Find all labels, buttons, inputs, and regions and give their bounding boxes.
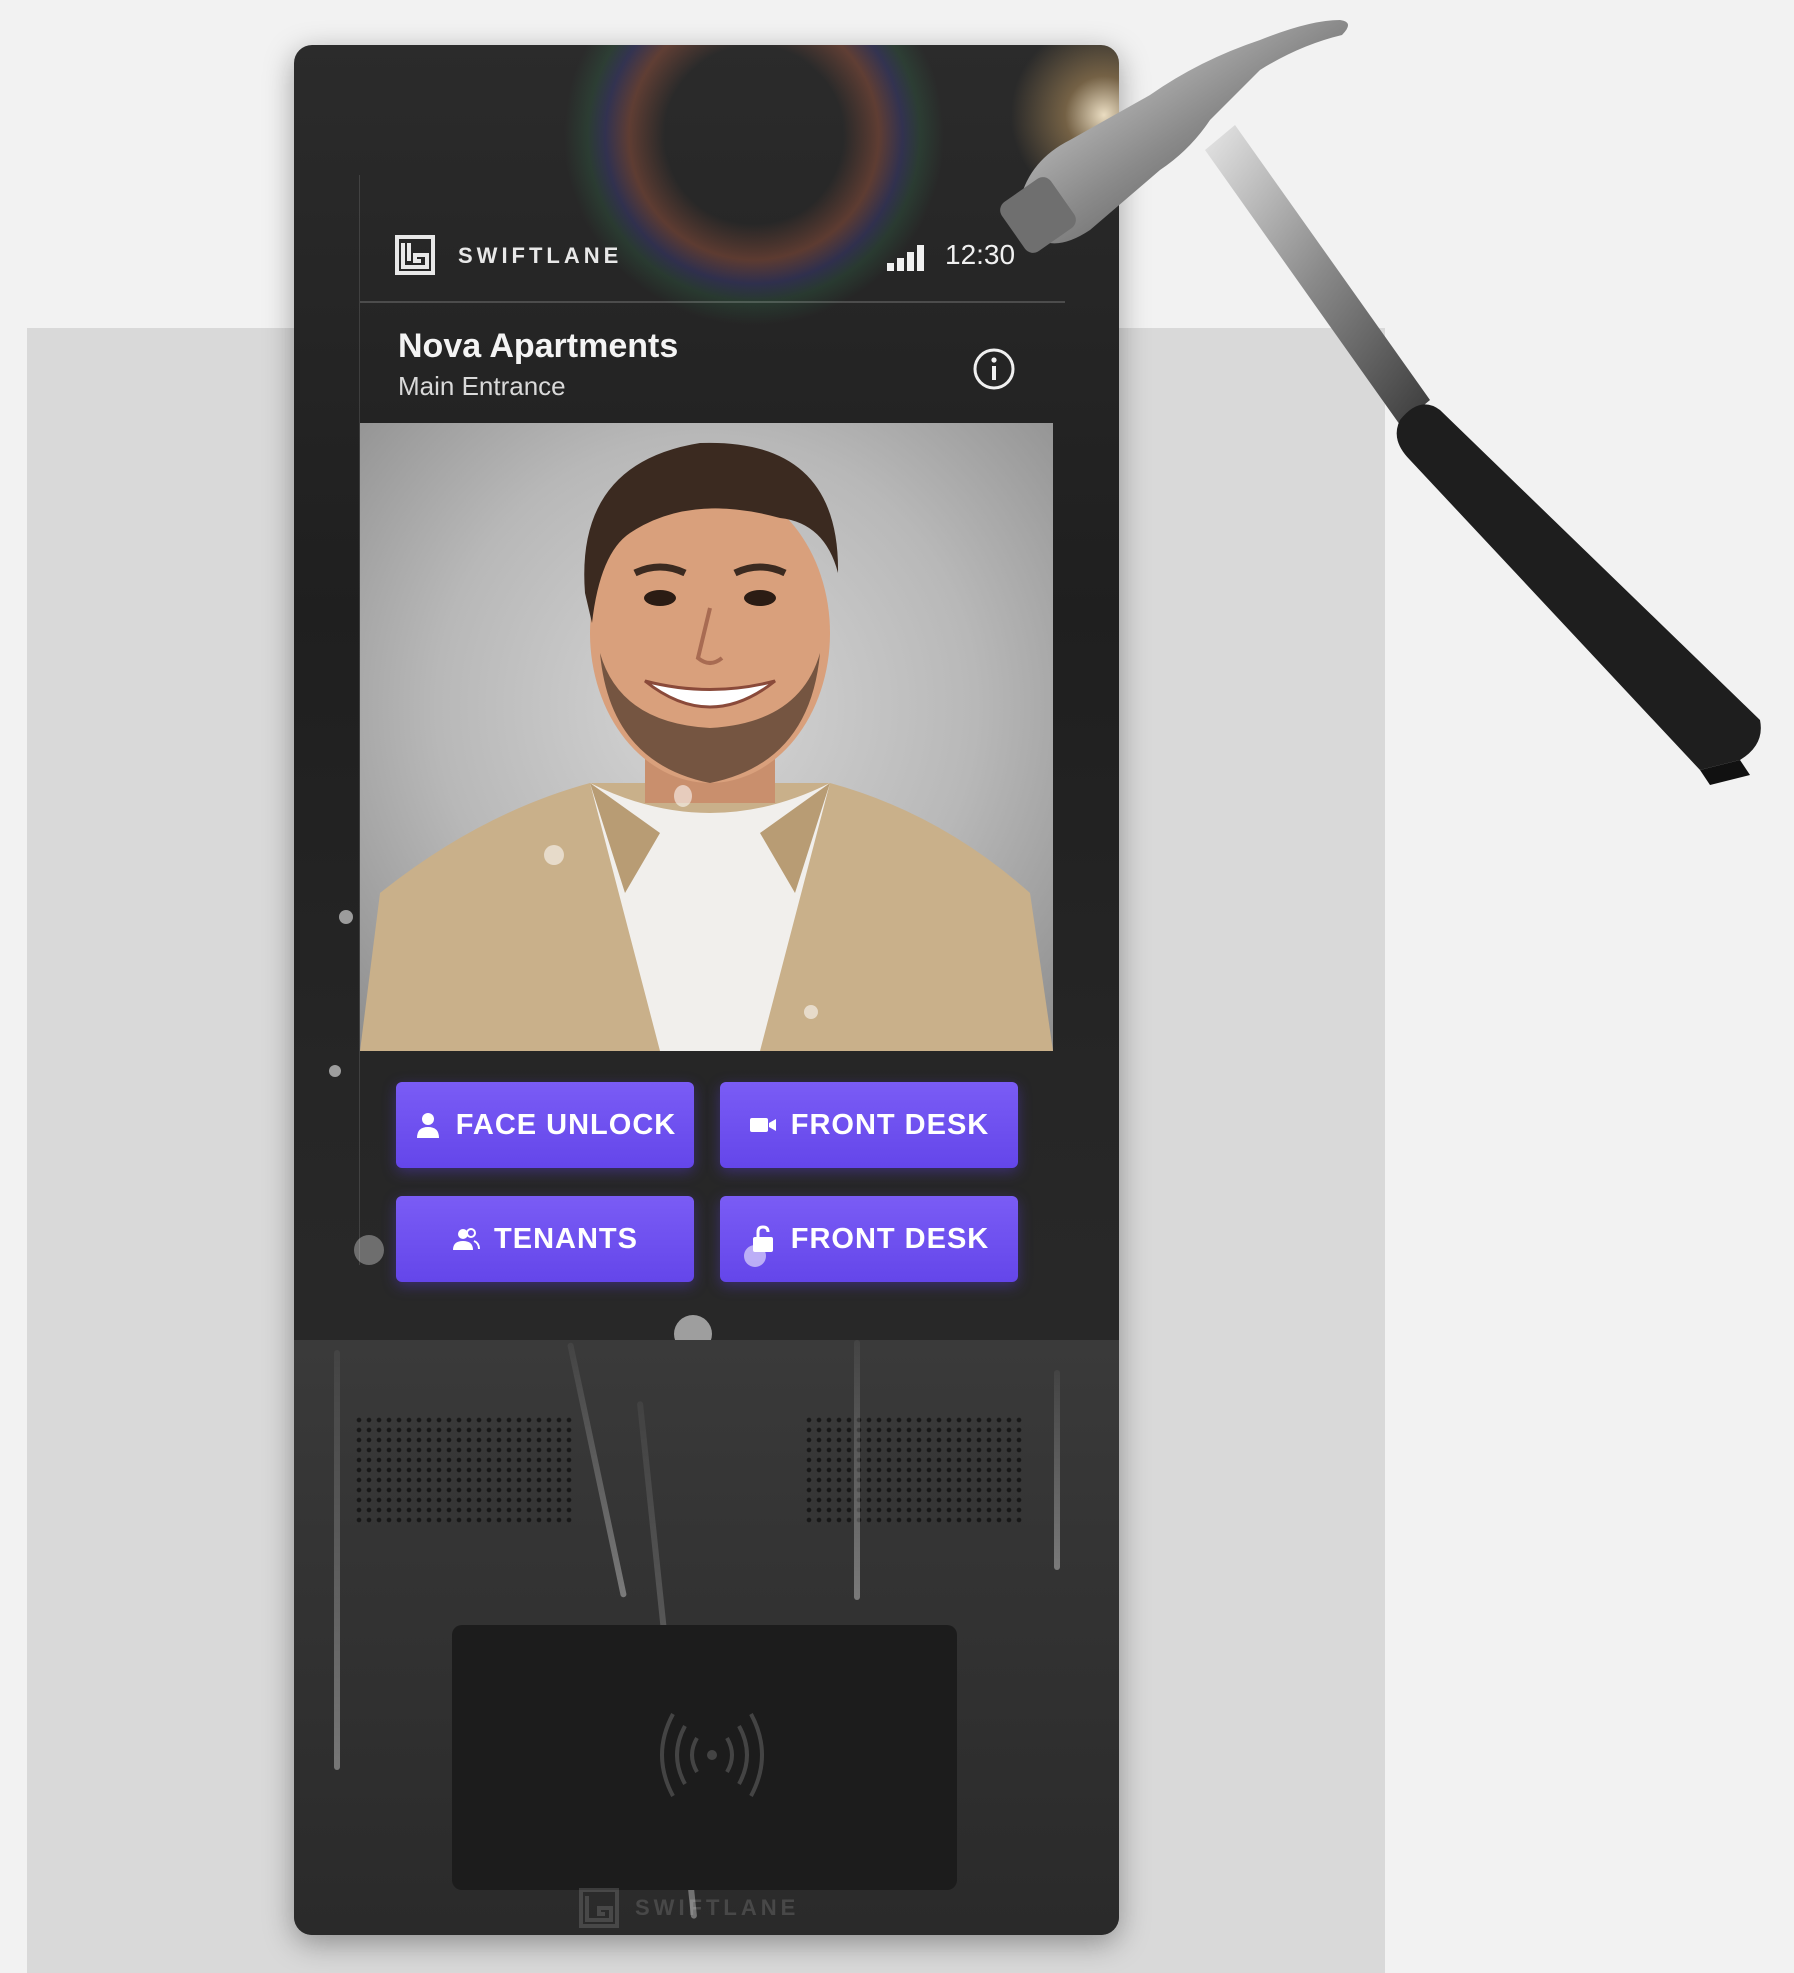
- kiosk-screen: SWIFTLANE 12:30 Nova Apartments Main Ent…: [359, 175, 1065, 1282]
- water-drop: [544, 845, 564, 865]
- video-camera-icon: [749, 1118, 776, 1132]
- left-speaker-grille: [354, 1415, 574, 1525]
- water-drop: [674, 785, 692, 807]
- visitor-portrait: [360, 442, 1053, 1051]
- bottom-brand-name: SWIFTLANE: [635, 1895, 800, 1920]
- water-drop: [339, 910, 353, 924]
- intercom-device: SWIFTLANE 12:30 Nova Apartments Main Ent…: [294, 45, 1119, 1935]
- rain-streak: [567, 1342, 627, 1598]
- face-unlock-label: FACE UNLOCK: [455, 1108, 677, 1141]
- status-bar: SWIFTLANE 12:30: [360, 175, 1065, 303]
- right-speaker-grille: [804, 1415, 1024, 1525]
- rain-streak: [1054, 1370, 1060, 1570]
- front-desk-call-label: FRONT DESK: [790, 1108, 990, 1141]
- hardware-panel: SWIFTLANE: [294, 1340, 1119, 1935]
- rain-streak: [854, 1340, 860, 1600]
- water-drop: [804, 1005, 818, 1019]
- tenants-label: TENANTS: [494, 1222, 638, 1255]
- hammer-image: [1000, 20, 1761, 785]
- tenants-button[interactable]: TENANTS: [396, 1196, 694, 1282]
- swiftlane-logo-icon: [395, 235, 435, 275]
- swiftlane-logo-icon: [579, 1888, 619, 1928]
- face-unlock-button[interactable]: FACE UNLOCK: [396, 1082, 694, 1168]
- location-subtitle: Main Entrance: [398, 371, 566, 401]
- water-drop: [354, 1235, 384, 1265]
- water-drop: [329, 1065, 341, 1077]
- nfc-reader[interactable]: [452, 1625, 957, 1890]
- water-drop: [744, 1245, 766, 1267]
- person-icon: [416, 1113, 439, 1138]
- people-icon: [453, 1228, 481, 1250]
- front-desk-unlock-button[interactable]: FRONT DESK: [720, 1196, 1018, 1282]
- bottom-brand-logo: SWIFTLANE: [579, 1888, 799, 1928]
- signal-icon: [887, 245, 924, 271]
- front-desk-call-button[interactable]: FRONT DESK: [720, 1082, 1018, 1168]
- front-desk-unlock-label: FRONT DESK: [790, 1222, 990, 1255]
- visitor-camera-feed: [360, 423, 1053, 1051]
- location-title: Nova Apartments: [398, 327, 679, 365]
- brand-name: SWIFTLANE: [458, 243, 623, 268]
- rain-streak: [334, 1350, 340, 1770]
- nfc-icon: [660, 1713, 764, 1797]
